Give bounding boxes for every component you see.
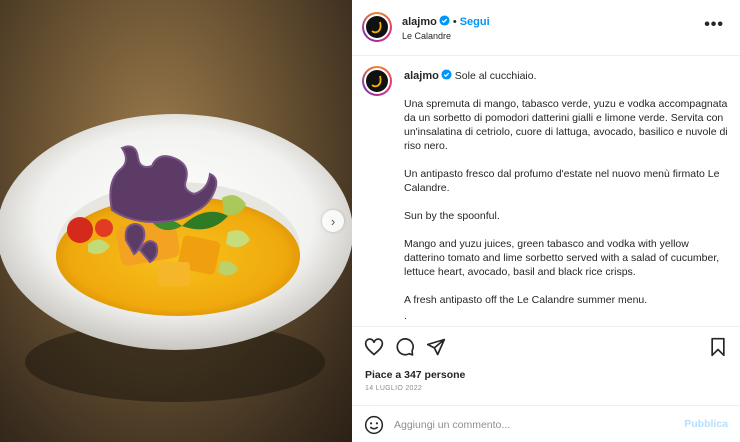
bookmark-icon[interactable] [708,337,728,357]
share-icon[interactable] [426,337,446,357]
follow-button[interactable]: Segui [460,16,490,28]
more-options-icon[interactable]: ••• [704,16,724,34]
comment-icon[interactable] [395,337,415,357]
verified-icon [441,69,452,80]
post-panel: alajmo • Segui Le Calandre ••• alajmo Sole… [352,0,740,442]
chevron-right-icon: › [330,213,336,229]
action-section: Piace a 347 persone 14 LUGLIO 2022 Pubbl… [352,326,740,442]
post-header: alajmo • Segui Le Calandre ••• [352,0,740,56]
caption-paragraph: Sun by the spoonful. [404,210,500,222]
post-date: 14 LUGLIO 2022 [365,385,423,392]
avatar[interactable] [362,12,392,42]
separator-dot: • [452,16,457,28]
caption-title: Sole al cucchiaio. [454,70,537,82]
comment-bar: Pubblica [352,405,740,442]
caption-paragraph: Una spremuta di mango, tabasco verde, yu… [404,98,728,152]
emoji-icon[interactable] [364,415,384,435]
caption-paragraph: Un antipasto fresco dal profumo d'estate… [404,168,720,194]
dish-photo [0,114,352,402]
next-image-button[interactable]: › [322,210,344,232]
caption-avatar[interactable] [362,66,392,96]
likes-count[interactable]: Piace a 347 persone [365,369,465,381]
post-image[interactable]: › [0,0,352,442]
alajmo-logo-icon [371,21,382,34]
caption-paragraph: A fresh antipasto off the Le Calandre su… [404,294,648,306]
verified-icon [439,15,450,26]
location-link[interactable]: Le Calandre [402,31,451,41]
comment-input[interactable] [394,416,674,434]
alajmo-logo-icon [371,75,382,88]
caption-username-link[interactable]: alajmo [404,70,439,82]
caption-section: alajmo Sole al cucchiaio. Una spremuta d… [352,56,740,326]
publish-button[interactable]: Pubblica [684,418,728,430]
caption-paragraph: . [404,310,407,322]
caption-text: alajmo Sole al cucchiaio. Una spremuta d… [404,69,730,326]
caption-paragraph: Mango and yuzu juices, green tabasco and… [404,238,720,278]
username-link[interactable]: alajmo [402,16,437,28]
heart-icon[interactable] [364,337,384,357]
